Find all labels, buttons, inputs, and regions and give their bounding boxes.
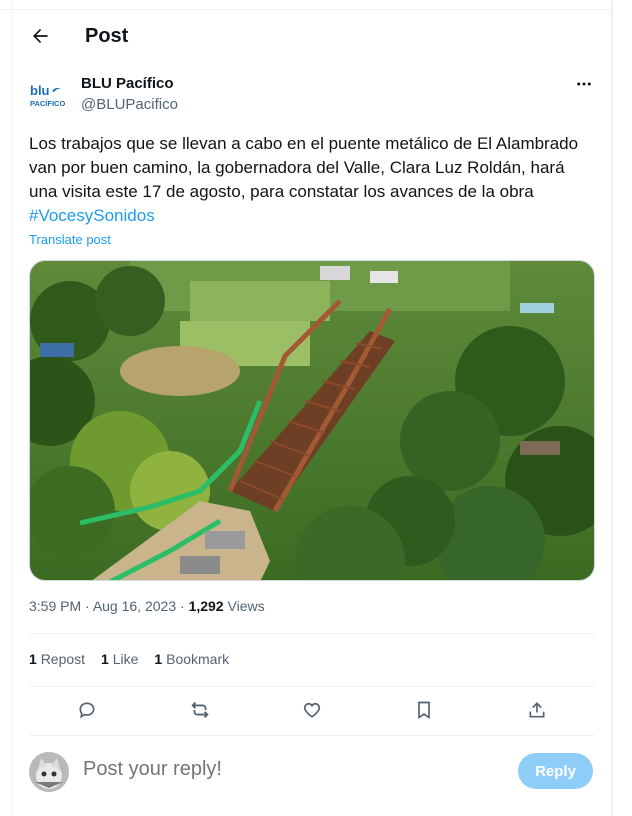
more-button[interactable]	[573, 74, 595, 94]
divider	[29, 633, 595, 634]
logo-text-top: blu	[30, 83, 50, 98]
meta-separator: ·	[180, 598, 189, 614]
post-text: Los trabajos que se llevan a cabo en el …	[29, 132, 595, 228]
divider	[29, 735, 595, 736]
back-button[interactable]	[28, 24, 52, 48]
divider	[29, 686, 595, 687]
repost-icon	[191, 702, 209, 718]
author-name[interactable]: BLU Pacífico	[81, 75, 174, 92]
reply-submit-button[interactable]: Reply	[518, 753, 593, 789]
repost-label: Repost	[40, 651, 86, 667]
post-header: Post	[28, 22, 128, 50]
repost-button[interactable]	[186, 696, 214, 724]
reply-icon	[79, 702, 95, 719]
repost-count: 1	[29, 651, 37, 667]
scrollbar[interactable]	[612, 0, 632, 816]
reply-input[interactable]	[83, 758, 443, 781]
like-count: 1	[101, 651, 109, 667]
like-stat[interactable]: 1 Like	[101, 651, 138, 667]
post-author: blu PACÍFICO BLU Pacífico @BLUPacifico	[29, 74, 595, 118]
share-icon	[529, 702, 545, 718]
reply-composer: Reply	[29, 750, 595, 794]
bookmark-label: Bookmark	[166, 651, 230, 667]
share-button[interactable]	[523, 696, 551, 724]
post-body: Los trabajos que se llevan a cabo en el …	[29, 134, 579, 201]
bookmark-count: 1	[154, 651, 163, 667]
logo-text-bottom: PACÍFICO	[30, 99, 65, 108]
views-label: Views	[227, 598, 265, 614]
post-meta: 3:59 PM · Aug 16, 2023 · 1,292 Views	[29, 598, 265, 614]
post-time[interactable]: 3:59 PM	[29, 598, 81, 614]
page-title: Post	[85, 24, 129, 47]
bookmark-button[interactable]	[410, 696, 438, 724]
back-arrow-icon	[33, 29, 48, 43]
like-label: Like	[112, 651, 139, 667]
repost-stat[interactable]: 1 Repost	[29, 651, 85, 667]
bookmark-stat[interactable]: 1 Bookmark	[154, 651, 229, 667]
author-avatar[interactable]: blu PACÍFICO	[29, 82, 69, 110]
post-date[interactable]: Aug 16, 2023	[93, 598, 176, 614]
meta-separator: ·	[85, 598, 93, 614]
reply-button[interactable]	[73, 696, 101, 724]
bookmark-icon	[418, 701, 430, 720]
translate-post-link[interactable]: Translate post	[29, 232, 111, 247]
views-count: 1,292	[188, 598, 224, 614]
action-bar	[29, 696, 595, 724]
hashtag-link[interactable]: #VocesySonidos	[29, 204, 595, 228]
like-icon	[303, 702, 321, 718]
engagement-stats: 1 Repost 1 Like 1 Bookmark	[29, 651, 245, 667]
post-image[interactable]	[29, 260, 595, 581]
author-handle[interactable]: @BLUPacifico	[81, 96, 178, 113]
user-avatar[interactable]	[29, 752, 69, 792]
more-icon	[577, 82, 591, 86]
like-button[interactable]	[298, 696, 326, 724]
